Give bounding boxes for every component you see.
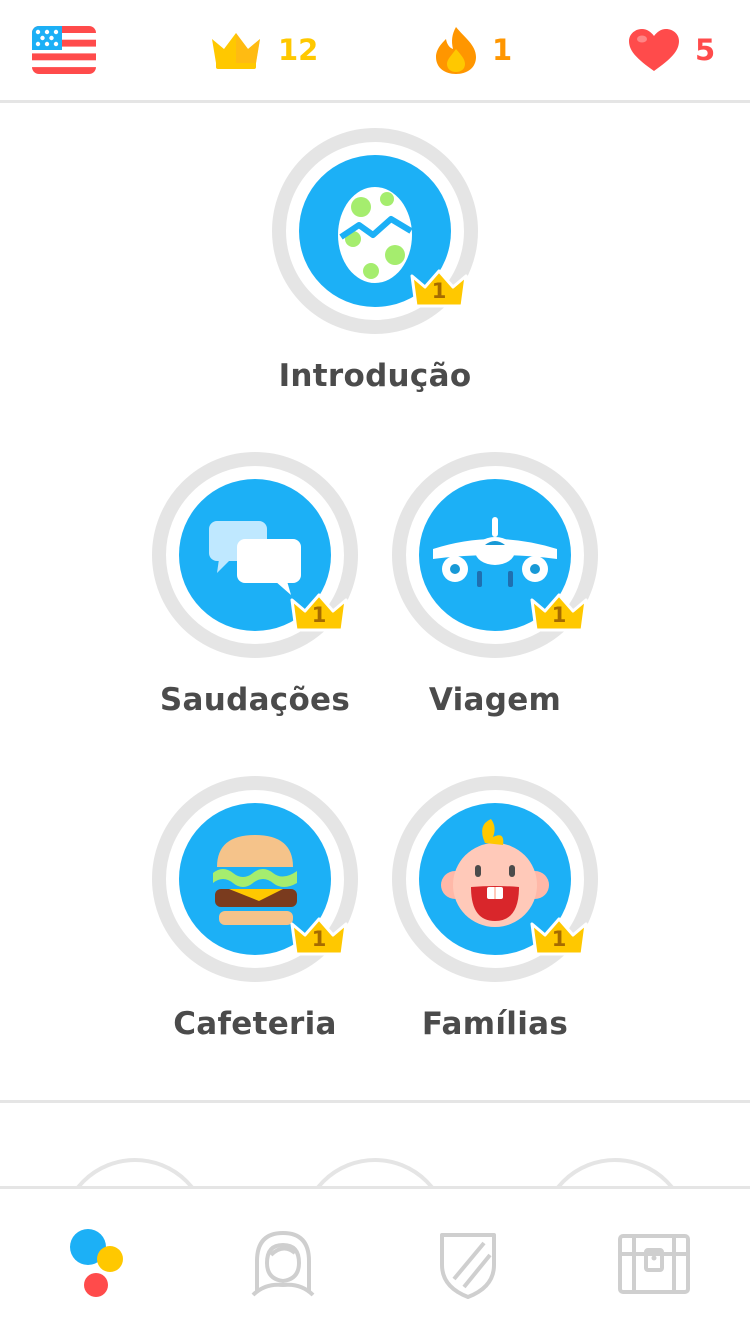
crown-level-badge: 1 [528,916,590,962]
crown-level-badge: 1 [288,916,350,962]
skill-label: Introdução [278,358,472,394]
crown-level-badge: 1 [528,592,590,638]
skill-cafeteria[interactable]: 1 Cafeteria [140,774,380,1074]
crown-level: 1 [311,927,327,951]
skill-introducao[interactable]: 1 Introdução [260,126,500,426]
us-flag-icon[interactable] [32,26,96,74]
skill-label: Cafeteria [173,1006,337,1042]
crown-level: 1 [431,279,447,303]
profile-avatar-icon [251,1230,315,1297]
crown-level: 1 [311,603,327,627]
section-divider [0,1100,750,1103]
shield-icon [440,1233,496,1299]
hearts-count: 5 [695,33,716,67]
crowns-counter[interactable]: 12 [208,24,318,76]
crown-level-badge: 1 [408,268,470,314]
learn-dots-icon [70,1229,123,1297]
skill-label: Saudações [159,682,351,718]
tab-leaderboards[interactable] [428,1225,508,1301]
flame-icon [436,27,476,74]
heart-icon [629,29,679,71]
crown-level: 1 [551,927,567,951]
skill-familias[interactable]: 1 Famílias [380,774,620,1074]
treasure-chest-icon [618,1234,690,1294]
tab-profile[interactable] [243,1225,323,1301]
hearts-counter[interactable]: 5 [627,24,715,76]
top-status-bar: 12 1 5 [0,0,750,102]
bottom-navigation [0,1186,750,1334]
skill-viagem[interactable]: 1 Viagem [380,450,620,750]
streak-count: 1 [492,33,513,67]
crown-level: 1 [551,603,567,627]
streak-counter[interactable]: 1 [434,24,512,76]
tab-shop[interactable] [614,1225,694,1301]
topbar-divider [0,100,750,103]
skill-saudacoes[interactable]: 1 Saudações [140,450,380,750]
tab-learn[interactable] [55,1225,135,1301]
crowns-count: 12 [278,33,319,67]
skill-label: Viagem [428,682,562,718]
skill-label: Famílias [421,1006,569,1042]
crown-level-badge: 1 [288,592,350,638]
crown-icon [212,33,260,69]
